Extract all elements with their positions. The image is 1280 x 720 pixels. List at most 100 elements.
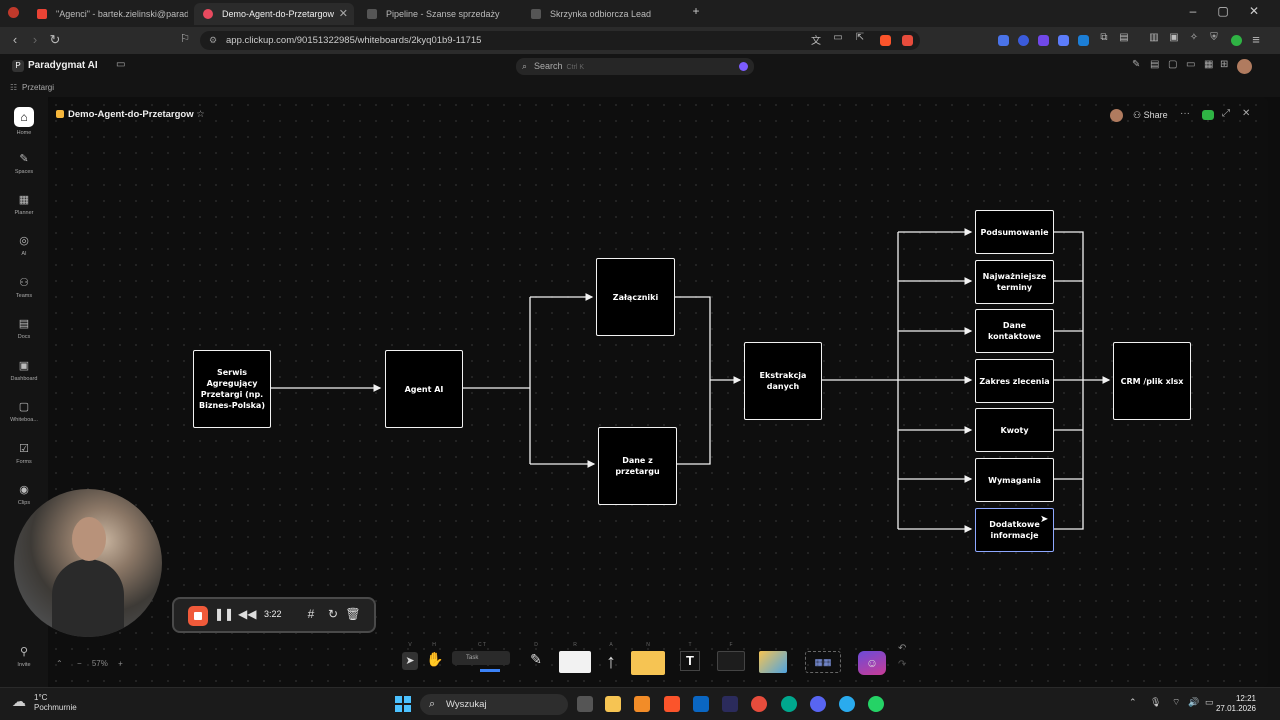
chrome-icon[interactable] — [751, 696, 767, 712]
wallet-icon[interactable]: ▣ — [1166, 32, 1182, 43]
node-crm[interactable]: CRM /plik xlsx — [1113, 342, 1191, 420]
wifi-icon[interactable]: ⌔ — [1172, 697, 1180, 708]
sidebar-item-teams[interactable]: ⚇ Teams — [0, 276, 48, 299]
hand-tool[interactable]: H ✋ — [426, 642, 443, 673]
ai-agent-tool[interactable]: ☺ — [856, 651, 888, 675]
translate-icon[interactable]: 文 — [808, 32, 824, 47]
zoom-level[interactable]: 57% — [92, 659, 108, 668]
node-agent-ai[interactable]: Agent AI — [385, 350, 463, 428]
extension-icon[interactable] — [1078, 35, 1089, 46]
templates-tool[interactable]: ▦▦ — [804, 651, 842, 673]
leo-icon[interactable]: ✧ — [1186, 32, 1202, 43]
system-clock[interactable]: 12:21 27.01.2026 — [1216, 694, 1256, 714]
share-button[interactable]: ⚇ Share — [1133, 110, 1168, 121]
windows-start-icon[interactable] — [395, 696, 411, 712]
discord-icon[interactable] — [810, 696, 826, 712]
rectangle-tool[interactable]: R — [558, 642, 592, 673]
close-icon[interactable]: ✕ — [1242, 108, 1250, 119]
sidebar-item-ai[interactable]: ◎ AI — [0, 234, 48, 257]
zoom-out-button[interactable]: − — [77, 659, 82, 668]
tray-chevron-icon[interactable]: ⌃ — [1129, 697, 1137, 708]
screen-icon[interactable]: ▭ — [830, 32, 846, 43]
extension-icon[interactable] — [998, 35, 1009, 46]
notepad-icon[interactable]: ▤ — [1150, 59, 1159, 70]
sidebar-item-home[interactable]: ⌂ Home — [0, 107, 48, 136]
rewind-button[interactable]: ◀◀ — [238, 607, 256, 621]
vpn-icon[interactable]: ⛨ — [1206, 32, 1222, 43]
file-explorer-icon[interactable] — [605, 696, 621, 712]
extension-icon[interactable] — [1038, 35, 1049, 46]
search-bar[interactable]: ⌕ Search Ctrl K — [516, 58, 754, 75]
linkedin-icon[interactable] — [693, 696, 709, 712]
text-tool[interactable]: TT — [680, 642, 700, 673]
new-tab-button[interactable]: + — [687, 4, 705, 18]
reminder-icon[interactable]: ▢ — [1168, 59, 1177, 70]
workspace-name[interactable]: Paradygmat AI — [28, 60, 98, 71]
media-tool[interactable] — [758, 651, 788, 673]
node-kwoty[interactable]: Kwoty — [975, 408, 1054, 452]
online-status-icon[interactable] — [1202, 110, 1214, 120]
app-icon[interactable] — [722, 696, 738, 712]
sidebar-item-whiteboards[interactable]: ▢ Whiteboa... — [0, 400, 48, 423]
sidebar-item-docs[interactable]: ▤ Docs — [0, 317, 48, 340]
brave-shield-icon[interactable] — [880, 35, 891, 46]
forward-icon[interactable]: › — [27, 32, 43, 47]
select-tool[interactable]: V ➤ — [402, 642, 418, 673]
node-wymagania[interactable]: Wymagania — [975, 458, 1054, 502]
sidebar-item-spaces[interactable]: ✎ Spaces — [0, 152, 48, 175]
back-icon[interactable]: ‹ — [7, 32, 23, 47]
stop-recording-button[interactable] — [188, 606, 208, 626]
close-window-button[interactable]: ✕ — [1245, 4, 1263, 18]
sidebar-item-dashboard[interactable]: ▣ Dashboard — [0, 359, 48, 382]
sidebar-item-clips[interactable]: ◉ Clips — [0, 483, 48, 506]
whatsapp-icon[interactable] — [868, 696, 884, 712]
arrow-tool[interactable]: A ↑ — [602, 642, 620, 673]
grid-icon[interactable]: # — [302, 607, 320, 621]
profile-icon[interactable] — [1231, 35, 1242, 46]
node-podsumowanie[interactable]: Podsumowanie — [975, 210, 1054, 254]
reload-icon[interactable]: ↻ — [47, 32, 63, 48]
whiteboard-title[interactable]: Demo-Agent-do-Przetargow ☆ — [56, 109, 205, 120]
node-zakres[interactable]: Zakres zlecenia — [975, 359, 1054, 403]
node-zalaczniki[interactable]: Załączniki — [596, 258, 675, 336]
favorite-star-icon[interactable]: ☆ — [196, 109, 205, 120]
zoom-in-button[interactable]: + — [118, 659, 123, 668]
browser-menu-icon[interactable]: ≡ — [1248, 32, 1264, 47]
collaborator-avatar[interactable] — [1110, 109, 1123, 122]
delete-icon[interactable]: 🗑 — [344, 607, 362, 621]
sidebar-item-planner[interactable]: ▦ Planner — [0, 193, 48, 216]
redo-icon[interactable]: ↷ — [898, 659, 906, 670]
ai-brain-icon[interactable] — [739, 62, 748, 71]
breadcrumb-item[interactable]: Przetargi — [22, 83, 54, 92]
telegram-icon[interactable] — [839, 696, 855, 712]
node-ekstrakcja[interactable]: Ekstrakcja danych — [744, 342, 822, 420]
battery-icon[interactable]: ▭ — [1205, 697, 1214, 708]
minimize-button[interactable]: – — [1184, 4, 1202, 18]
browser-menu-icon[interactable] — [8, 7, 19, 18]
site-info-icon[interactable]: ⚙ — [209, 31, 217, 50]
sticky-note-tool[interactable]: N — [630, 642, 666, 675]
apps-icon[interactable]: ⊞ — [1220, 59, 1228, 70]
notes-icon[interactable] — [634, 696, 650, 712]
maximize-button[interactable]: ▢ — [1214, 4, 1232, 18]
brave-rewards-icon[interactable] — [902, 35, 913, 46]
weather-widget[interactable]: ☁ 1°C Pochmurnie — [12, 693, 77, 713]
expand-icon[interactable]: ⤢ — [1222, 108, 1230, 119]
brave-icon[interactable] — [664, 696, 680, 712]
task-tool[interactable]: C T Task — [452, 642, 512, 673]
sidebar-toggle-icon[interactable]: ▥ — [1146, 32, 1162, 43]
taskbar-search[interactable]: ⌕ Wyszukaj — [420, 694, 568, 715]
tab-pipeline[interactable]: Pipeline - Szanse sprzedaży — [358, 3, 518, 25]
task-view-icon[interactable] — [577, 696, 593, 712]
tab-inbox[interactable]: Skrzynka odbiorcza Lead — [522, 3, 682, 25]
docs-icon[interactable]: ▭ — [1186, 59, 1195, 70]
cursor-app-icon[interactable] — [781, 696, 797, 712]
node-dane-przetargu[interactable]: Dane z przetargu — [598, 427, 677, 505]
sidebar-item-invite[interactable]: ⚲ Invite — [0, 645, 48, 668]
microphone-icon[interactable]: 🎙 — [1150, 697, 1161, 708]
share-page-icon[interactable]: ⇱ — [852, 32, 868, 43]
pause-button[interactable]: ❚❚ — [214, 607, 234, 621]
volume-icon[interactable]: 🔊 — [1188, 697, 1199, 708]
reading-list-icon[interactable]: ▤ — [1116, 32, 1132, 43]
restart-icon[interactable]: ↻ — [324, 607, 342, 621]
